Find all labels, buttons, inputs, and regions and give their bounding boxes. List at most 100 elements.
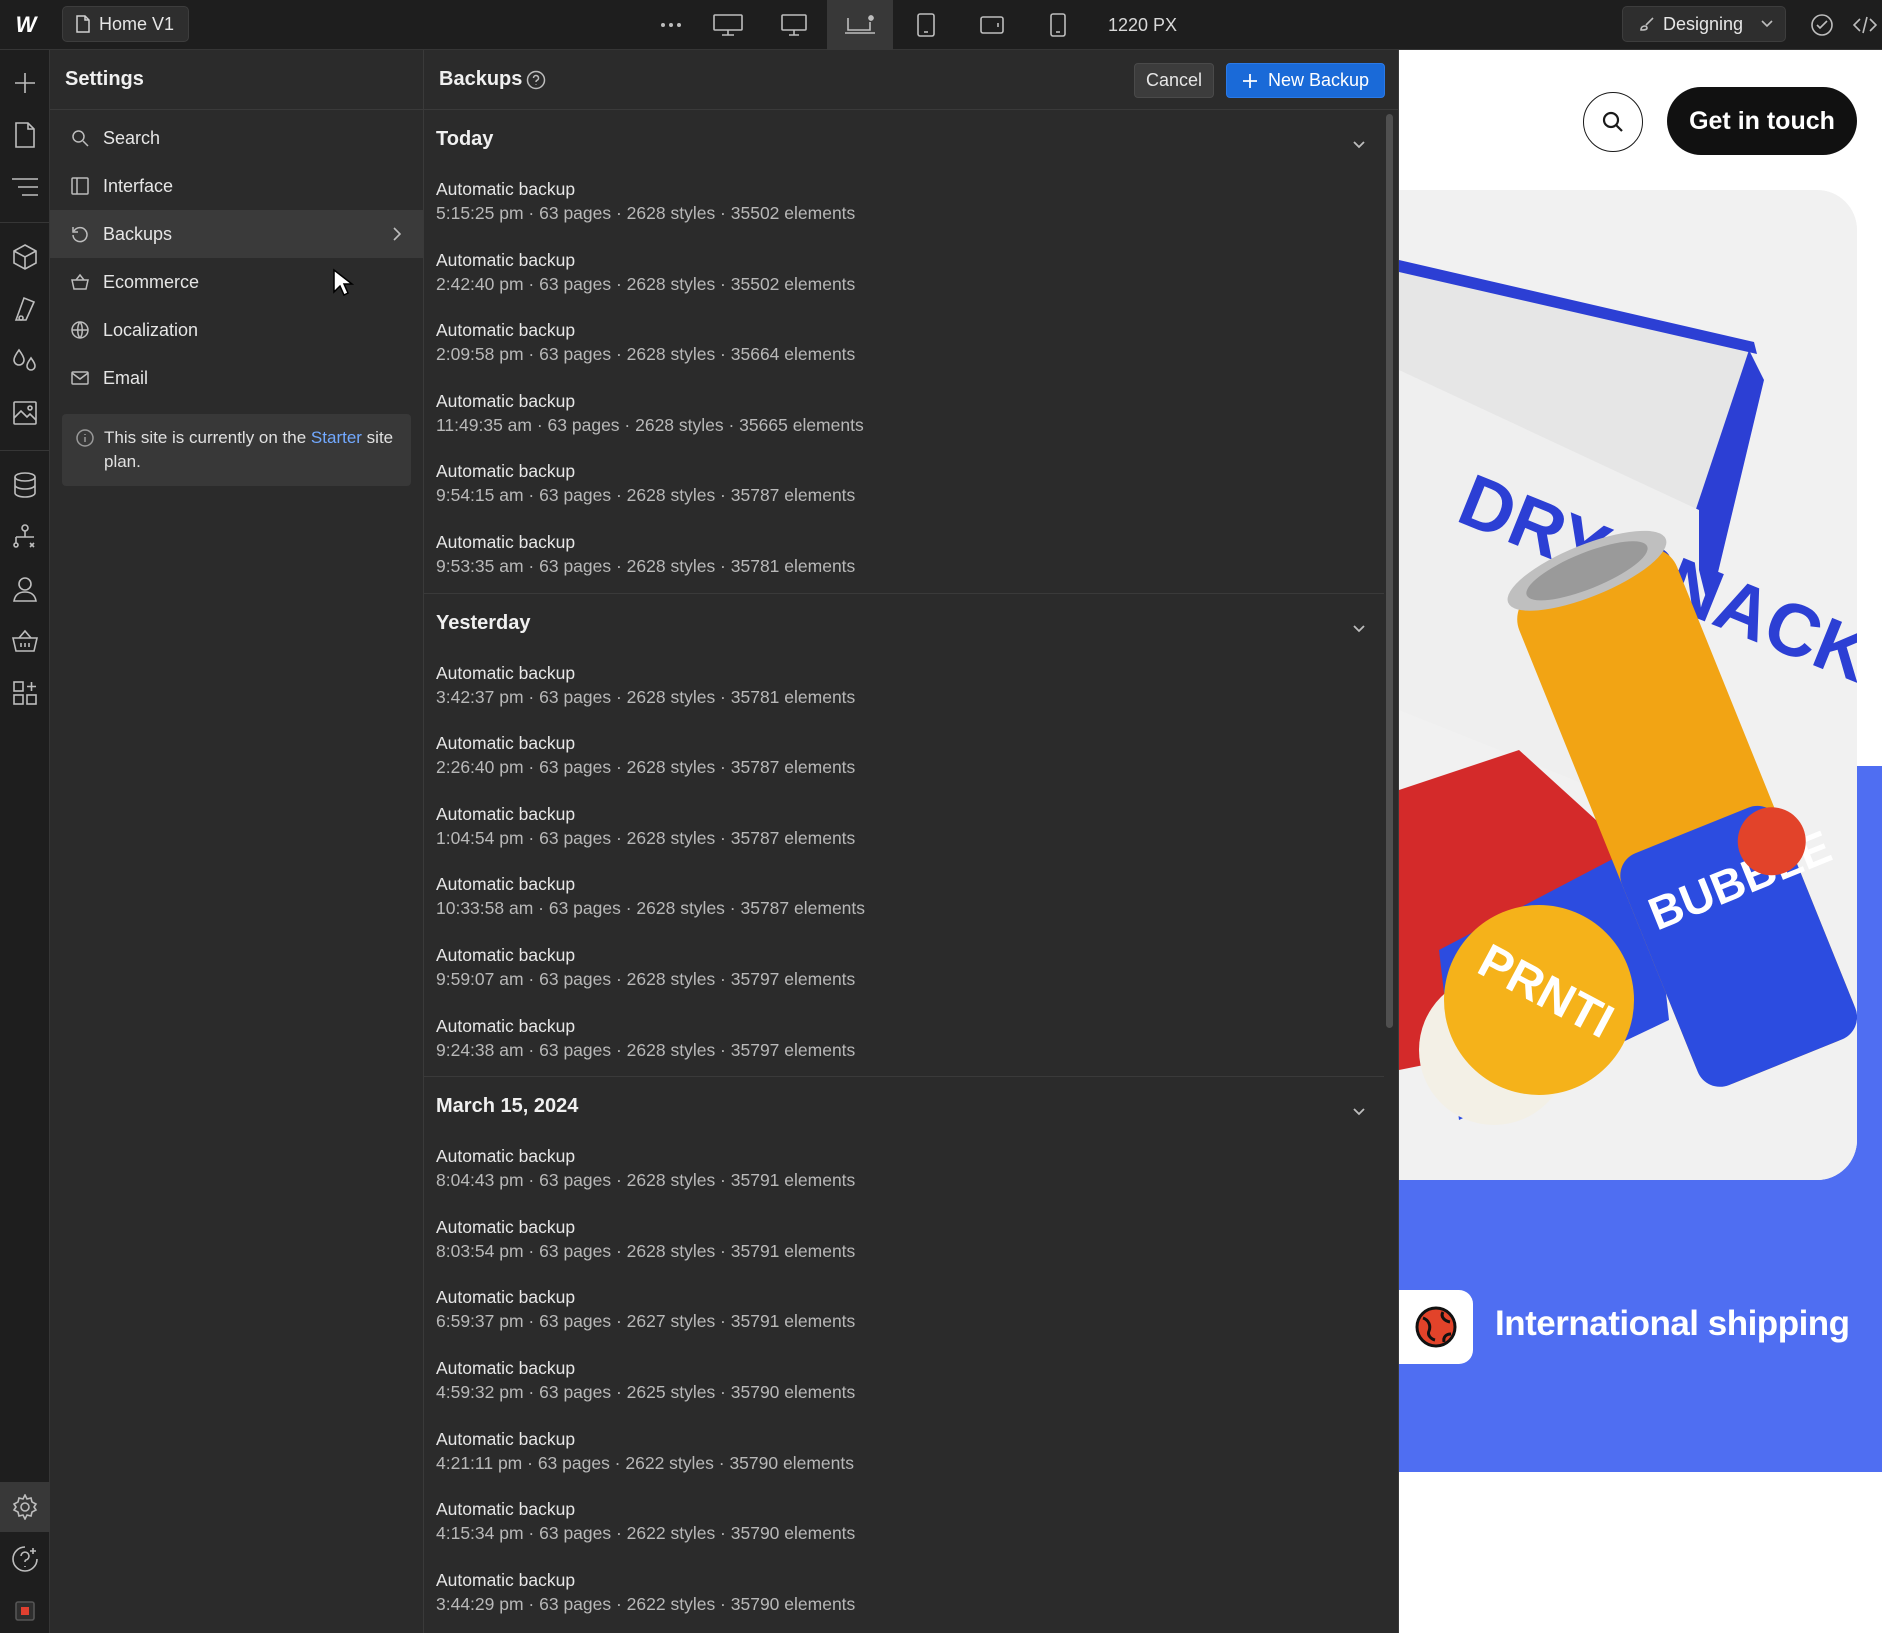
left-rail	[0, 50, 50, 1633]
backup-entry[interactable]: Automatic backup 1:04:54 pm · 63 pages · …	[424, 794, 1398, 865]
backup-entry[interactable]: Automatic backup 4:59:32 pm · 63 pages · …	[424, 1348, 1398, 1419]
help-icon[interactable]	[0, 1534, 50, 1584]
backup-entry[interactable]: Automatic backup 4:15:34 pm · 63 pages · …	[424, 1489, 1398, 1560]
backup-meta: 4:21:11 pm · 63 pages · 2622 styles · 35…	[436, 1452, 854, 1473]
backup-entry[interactable]: Automatic backup 9:24:38 am · 63 pages · …	[424, 1006, 1398, 1077]
backup-entry[interactable]: Automatic backup 2:26:40 pm · 63 pages · …	[424, 723, 1398, 794]
backups-title: Backups	[439, 68, 523, 90]
more-icon[interactable]	[651, 0, 691, 50]
backup-entry[interactable]: Automatic backup 8:04:43 pm · 63 pages · …	[424, 1136, 1398, 1207]
mobile-portrait-breakpoint-icon[interactable]	[1025, 0, 1091, 50]
info-icon	[76, 429, 94, 454]
backup-meta: 2:26:40 pm · 63 pages · 2628 styles · 35…	[436, 757, 856, 778]
apps-icon[interactable]	[0, 668, 50, 718]
backup-entry[interactable]: Automatic backup 3:44:29 pm · 63 pages · …	[424, 1560, 1398, 1631]
plan-notice-prefix: This site is currently on the	[104, 428, 311, 447]
mail-icon	[70, 368, 90, 388]
settings-item-localization[interactable]: Localization	[50, 306, 423, 354]
cms-icon[interactable]	[0, 460, 50, 510]
logic-icon[interactable]	[0, 512, 50, 562]
settings-item-label: Backups	[103, 223, 173, 244]
cancel-button[interactable]: Cancel	[1134, 63, 1214, 98]
add-elements-icon[interactable]	[0, 58, 50, 108]
desktop-xl-breakpoint-icon[interactable]	[695, 0, 761, 50]
backup-name: Automatic backup	[436, 1357, 576, 1378]
backup-meta: 3:44:29 pm · 63 pages · 2622 styles · 35…	[436, 1593, 856, 1614]
desktop-base-breakpoint-icon[interactable]	[827, 0, 893, 50]
starter-plan-link[interactable]: Starter	[311, 428, 362, 447]
style-selectors-icon[interactable]	[0, 284, 50, 334]
chevron-down-icon[interactable]	[1353, 1099, 1365, 1122]
tablet-breakpoint-icon[interactable]	[893, 0, 959, 50]
settings-nav: Search Interface Backups Ecommerce Local…	[50, 110, 423, 402]
backup-entry[interactable]: Automatic backup 2:09:58 pm · 63 pages · …	[424, 310, 1398, 381]
backup-entry[interactable]: Automatic backup 9:59:07 am · 63 pages · …	[424, 935, 1398, 1006]
backup-name: Automatic backup	[436, 1287, 576, 1308]
question-icon[interactable]	[526, 70, 546, 90]
search-icon	[1602, 111, 1623, 132]
publish-check-icon[interactable]	[1802, 0, 1842, 50]
components-icon[interactable]	[0, 232, 50, 282]
backup-entry[interactable]: Automatic backup 5:15:25 pm · 63 pages · …	[424, 169, 1398, 240]
backup-entry[interactable]: Automatic backup 2:42:40 pm · 63 pages · …	[424, 240, 1398, 311]
page-selector[interactable]: Home V1	[62, 6, 190, 42]
brush-icon	[1640, 17, 1654, 31]
restore-icon	[70, 224, 90, 244]
backup-entry[interactable]: Automatic backup 8:03:54 pm · 63 pages · …	[424, 1207, 1398, 1278]
ecommerce-icon[interactable]	[0, 616, 50, 666]
assets-icon[interactable]	[0, 388, 50, 438]
pages-icon[interactable]	[0, 110, 50, 160]
get-in-touch-button[interactable]: Get in touch	[1667, 87, 1857, 155]
backups-header: Backups Cancel New Backup	[424, 50, 1398, 110]
designer-mode-dropdown[interactable]: Designing	[1622, 6, 1786, 42]
backup-groups: Today Automatic backup 5:15:25 pm · 63 pag…	[424, 110, 1398, 1630]
webflow-logo-icon[interactable]: W	[0, 0, 50, 50]
product-hero-image: DRY SNACK BUBBLE PRNTI	[1399, 190, 1857, 1180]
backup-meta: 11:49:35 am · 63 pages · 2628 styles · 3…	[436, 414, 864, 435]
settings-item-label: Search	[103, 127, 161, 148]
backup-group-header[interactable]: Today	[424, 110, 1398, 169]
record-status-icon[interactable]	[0, 1586, 50, 1633]
search-icon	[70, 128, 90, 148]
settings-item-interface[interactable]: Interface	[50, 162, 423, 210]
settings-item-email[interactable]: Email	[50, 354, 423, 402]
settings-item-search[interactable]: Search	[50, 114, 423, 162]
backup-entry[interactable]: Automatic backup 11:49:35 am · 63 pages ·…	[424, 381, 1398, 452]
mobile-landscape-breakpoint-icon[interactable]	[959, 0, 1025, 50]
users-icon[interactable]	[0, 564, 50, 614]
settings-item-ecommerce[interactable]: Ecommerce	[50, 258, 423, 306]
design-canvas[interactable]: Get in touch DRY SNACK BUBBLE PRNTI Inte…	[1399, 50, 1882, 1633]
backup-entry[interactable]: Automatic backup 10:33:58 am · 63 pages ·…	[424, 864, 1398, 935]
settings-gear-icon[interactable]	[0, 1482, 50, 1532]
new-backup-button[interactable]: New Backup	[1226, 63, 1385, 98]
variables-icon[interactable]	[0, 336, 50, 386]
backup-entry[interactable]: Automatic backup 6:59:37 pm · 63 pages · …	[424, 1277, 1398, 1348]
backup-meta: 4:59:32 pm · 63 pages · 2625 styles · 35…	[436, 1381, 856, 1402]
scrollbar-thumb[interactable]	[1386, 114, 1393, 1028]
desktop-large-breakpoint-icon[interactable]	[761, 0, 827, 50]
mode-label: Designing	[1663, 13, 1744, 34]
backup-meta: 5:15:25 pm · 63 pages · 2628 styles · 35…	[436, 203, 856, 223]
backup-entry[interactable]: Automatic backup 9:53:35 am · 63 pages · …	[424, 522, 1398, 593]
backups-scrollbar[interactable]	[1386, 114, 1394, 1028]
new-backup-label: New Backup	[1267, 70, 1370, 90]
settings-item-backups[interactable]: Backups	[50, 210, 423, 258]
backup-name: Automatic backup	[436, 1015, 576, 1036]
settings-panel: Settings Search Interface Backups Ecomme…	[50, 50, 424, 1633]
backup-name: Automatic backup	[436, 531, 576, 552]
navigator-icon[interactable]	[0, 162, 50, 212]
chevron-down-icon[interactable]	[1353, 132, 1365, 155]
backup-entry[interactable]: Automatic backup 3:42:37 pm · 63 pages · …	[424, 653, 1398, 724]
code-icon[interactable]	[1848, 0, 1882, 50]
chevron-down-icon[interactable]	[1353, 616, 1365, 639]
backup-meta: 8:04:43 pm · 63 pages · 2628 styles · 35…	[436, 1170, 856, 1191]
backup-meta: 4:15:34 pm · 63 pages · 2622 styles · 35…	[436, 1523, 856, 1544]
site-search-button[interactable]	[1583, 92, 1643, 152]
canvas-width-readout: 1220 PX	[1108, 14, 1178, 35]
backup-entry[interactable]: Automatic backup 9:54:15 am · 63 pages · …	[424, 451, 1398, 522]
backup-group-header[interactable]: March 15, 2024	[424, 1077, 1398, 1136]
settings-title: Settings	[50, 50, 423, 110]
backup-entry[interactable]: Automatic backup 4:21:11 pm · 63 pages · …	[424, 1419, 1398, 1490]
backup-name: Automatic backup	[436, 1146, 576, 1167]
backup-group-header[interactable]: Yesterday	[424, 594, 1398, 653]
